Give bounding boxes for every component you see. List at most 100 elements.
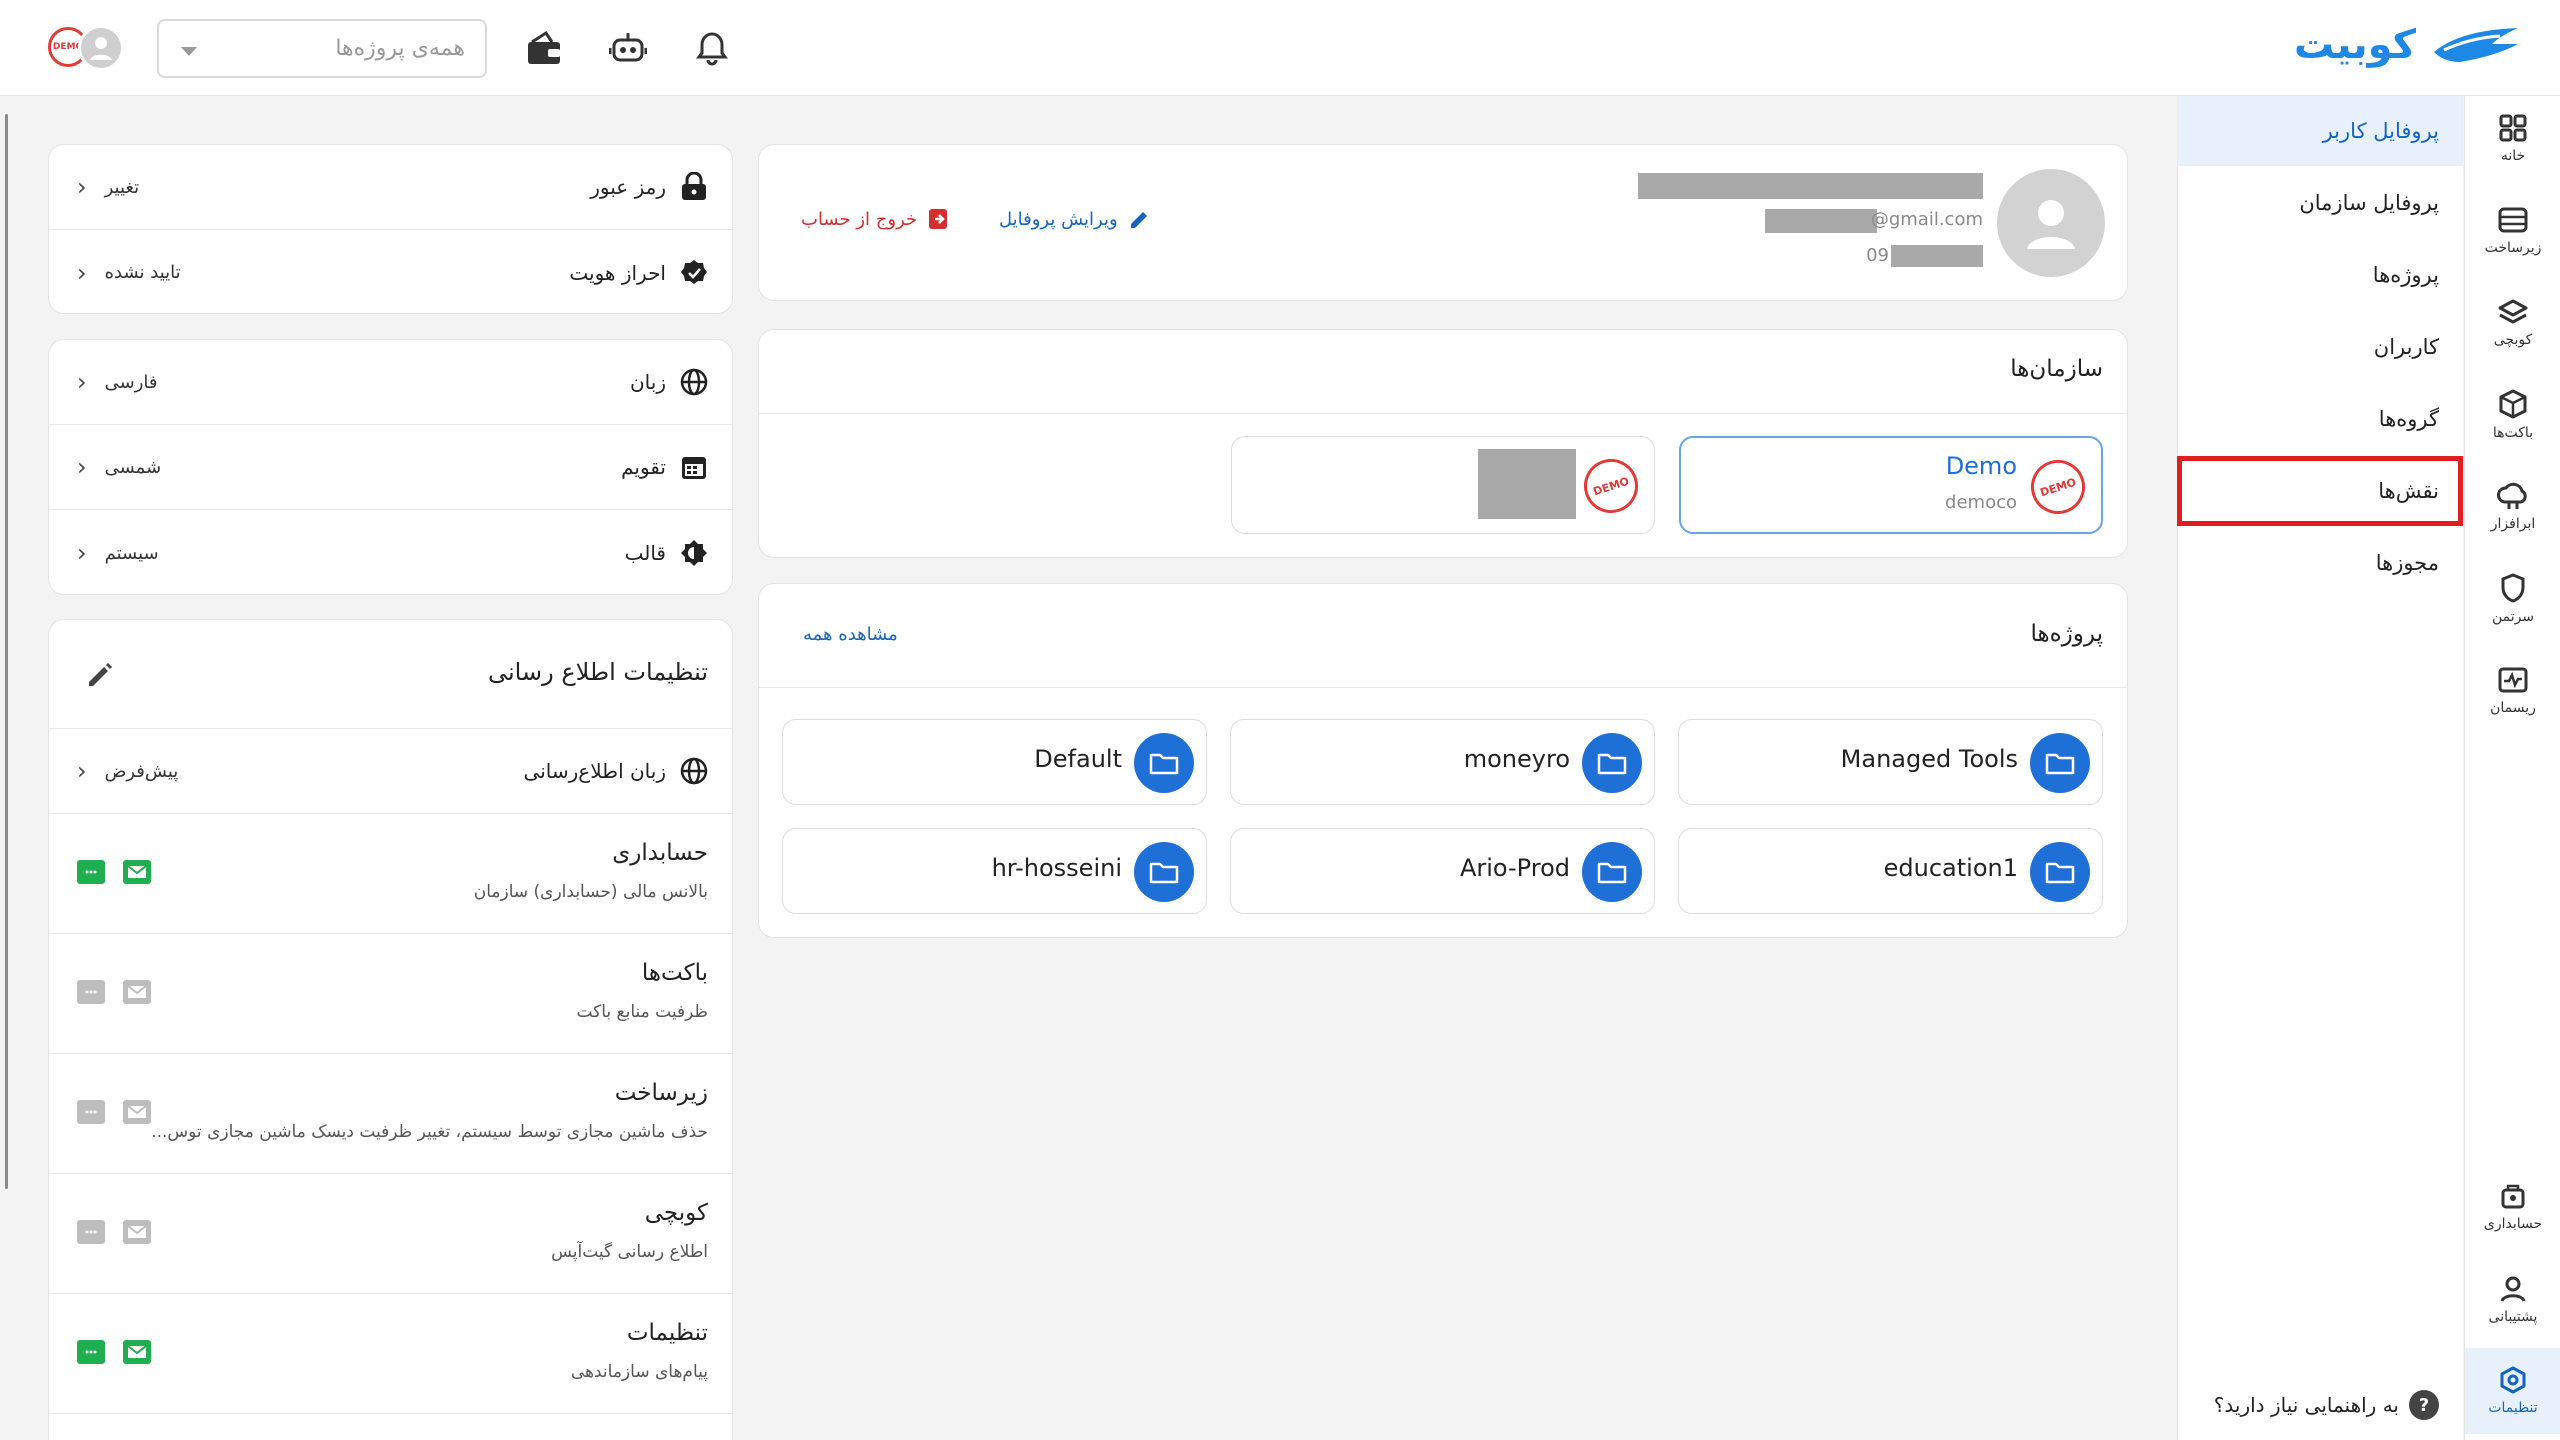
notification-item: تنظیمات پیام‌های سازماندهی — [49, 1294, 732, 1414]
nav-settings[interactable]: تنظیمات — [2465, 1348, 2560, 1434]
edit-profile-button[interactable]: ویرایش پروفایل — [999, 207, 1152, 231]
user-avatar — [78, 25, 124, 71]
profile-card: @gmail.com 09 ویرایش پروفایل خروج از حسا… — [758, 144, 2128, 301]
calendar-value: شمسی — [104, 456, 162, 478]
assistant-button[interactable] — [608, 28, 648, 68]
identity-label: احراز هویت — [569, 260, 666, 285]
chat-icon — [85, 1110, 97, 1114]
settings-submenu: پروفایل کاربر پروفایل سازمان پروژه‌ها کا… — [2177, 96, 2463, 1440]
notifications-button[interactable] — [692, 28, 732, 68]
org-card-redacted[interactable]: DEMO — [1231, 436, 1655, 534]
language-row[interactable]: زبان فارسی ‹ — [49, 340, 732, 425]
envelope-icon — [127, 865, 147, 878]
chat-icon — [85, 870, 97, 874]
security-card: رمز عبور تغییر ‹ احراز هویت تایید نشده ‹ — [48, 144, 733, 314]
project-name: moneyro — [1463, 745, 1570, 773]
submenu-permissions[interactable]: مجوزها — [2177, 528, 2463, 598]
sms-toggle[interactable] — [77, 1220, 105, 1244]
notification-language-row[interactable]: زبان اطلاع‌رسانی پیش‌فرض ‹ — [49, 729, 732, 814]
nav-risman[interactable]: ریسمان — [2465, 648, 2560, 734]
organizations-title: سازمان‌ها — [2010, 356, 2103, 382]
chevron-left-icon: ‹ — [77, 539, 87, 567]
wallet-button[interactable] — [524, 28, 564, 68]
top-header: کوبیت همه‌ی پروژه‌ها DEMO — [0, 0, 2560, 96]
calendar-row[interactable]: تقویم شمسی ‹ — [49, 425, 732, 510]
logout-icon — [929, 209, 948, 229]
sms-toggle[interactable] — [77, 1340, 105, 1364]
person-icon — [90, 37, 112, 60]
nav-settings-label: تنظیمات — [2488, 1400, 2538, 1416]
notification-item: باکت‌ها ظرفیت منابع باکت — [49, 934, 732, 1054]
submenu-groups[interactable]: گروه‌ها — [2177, 384, 2463, 454]
nav-infrastructure-label: زیرساخت — [2484, 240, 2542, 256]
sms-toggle[interactable] — [77, 1100, 105, 1124]
project-select[interactable]: همه‌ی پروژه‌ها — [157, 19, 487, 78]
nav-kubchi[interactable]: کوبچی — [2465, 280, 2560, 366]
email-toggle[interactable] — [123, 1340, 151, 1364]
notifications-header: تنظیمات اطلاع رسانی — [49, 620, 732, 729]
notification-item-subtitle: اطلاع رسانی گیت‌آپس — [551, 1242, 708, 1262]
email-toggle[interactable] — [123, 1220, 151, 1244]
organizations-header: سازمان‌ها — [759, 330, 2127, 414]
chevron-left-icon: ‹ — [77, 258, 87, 287]
notification-item-subtitle: پیام‌های سازماندهی — [570, 1362, 708, 1382]
help-label: به راهنمایی نیاز دارید؟ — [2213, 1393, 2399, 1417]
preferences-card: زبان فارسی ‹ تقویم شمسی ‹ قالب سیستم ‹ — [48, 339, 733, 595]
nav-infrastructure[interactable]: زیرساخت — [2465, 188, 2560, 274]
app-logo[interactable]: کوبیت — [2294, 22, 2522, 68]
nav-home[interactable]: خانه — [2465, 96, 2560, 182]
calendar-label: تقویم — [621, 455, 666, 479]
sms-toggle[interactable] — [77, 980, 105, 1004]
project-card[interactable]: education1 — [1678, 828, 2103, 914]
redacted-email — [1765, 209, 1877, 233]
project-card[interactable]: moneyro — [1230, 719, 1655, 805]
notification-item: کوبچی اطلاع رسانی گیت‌آپس — [49, 1174, 732, 1294]
logout-button[interactable]: خروج از حساب — [801, 207, 949, 231]
person-icon — [2027, 200, 2075, 249]
nav-accounting[interactable]: حسابداری — [2465, 1164, 2560, 1250]
nav-risman-label: ریسمان — [2490, 700, 2536, 716]
page-scrollbar[interactable] — [5, 114, 8, 1189]
project-card[interactable]: hr-hosseini — [782, 828, 1207, 914]
submenu-roles[interactable]: نقش‌ها — [2177, 456, 2463, 526]
submenu-projects[interactable]: پروژه‌ها — [2177, 240, 2463, 310]
nav-accounting-label: حسابداری — [2483, 1216, 2543, 1232]
submenu-org-profile[interactable]: پروفایل سازمان — [2177, 168, 2463, 238]
boat-logo-icon — [2434, 28, 2518, 62]
email-toggle[interactable] — [123, 1100, 151, 1124]
pulse-icon — [2498, 667, 2528, 693]
submenu-user-profile[interactable]: پروفایل کاربر — [2177, 96, 2463, 166]
redacted-org-name — [1478, 449, 1576, 519]
project-name: Managed Tools — [1840, 745, 2018, 773]
project-card[interactable]: Ario-Prod — [1230, 828, 1655, 914]
org-card-demo[interactable]: DEMO Demo democo — [1679, 436, 2103, 534]
nav-kubchi-label: کوبچی — [2493, 332, 2533, 348]
nav-buckets[interactable]: باکت‌ها — [2465, 372, 2560, 458]
nav-cloud-apps[interactable]: ابرافزار — [2465, 464, 2560, 550]
submenu-users[interactable]: کاربران — [2177, 312, 2463, 382]
demo-stamp-logo: DEMO — [2023, 452, 2093, 522]
theme-row[interactable]: قالب سیستم ‹ — [49, 510, 732, 594]
sms-toggle[interactable] — [77, 860, 105, 884]
identity-row[interactable]: احراز هویت تایید نشده ‹ — [49, 230, 732, 313]
cube-icon — [2499, 389, 2527, 419]
user-menu[interactable]: DEMO — [48, 25, 124, 71]
nav-sartman[interactable]: سرتمن — [2465, 556, 2560, 642]
help-link[interactable]: ? به راهنمایی نیاز دارید؟ — [2214, 1390, 2439, 1420]
folder-icon — [1134, 733, 1194, 793]
email-toggle[interactable] — [123, 980, 151, 1004]
project-card[interactable]: Default — [782, 719, 1207, 805]
support-icon — [2500, 1276, 2526, 1302]
notification-item-title: زیرساخت — [614, 1080, 708, 1106]
envelope-icon — [127, 1105, 147, 1118]
email-toggle[interactable] — [123, 860, 151, 884]
pencil-icon — [1130, 212, 1147, 228]
theme-label: قالب — [624, 541, 666, 565]
nav-support[interactable]: پشتیبانی — [2465, 1256, 2560, 1342]
view-all-projects-link[interactable]: مشاهده همه — [803, 624, 898, 645]
pencil-icon[interactable] — [85, 660, 115, 690]
notification-item-subtitle: حذف ماشین مجازی توسط سیستم، تغییر ظرفیت … — [151, 1122, 708, 1142]
password-row[interactable]: رمز عبور تغییر ‹ — [49, 145, 732, 230]
notification-item: حسابداری بالانس مالی (حسابداری) سازمان — [49, 814, 732, 934]
project-card[interactable]: Managed Tools — [1678, 719, 2103, 805]
